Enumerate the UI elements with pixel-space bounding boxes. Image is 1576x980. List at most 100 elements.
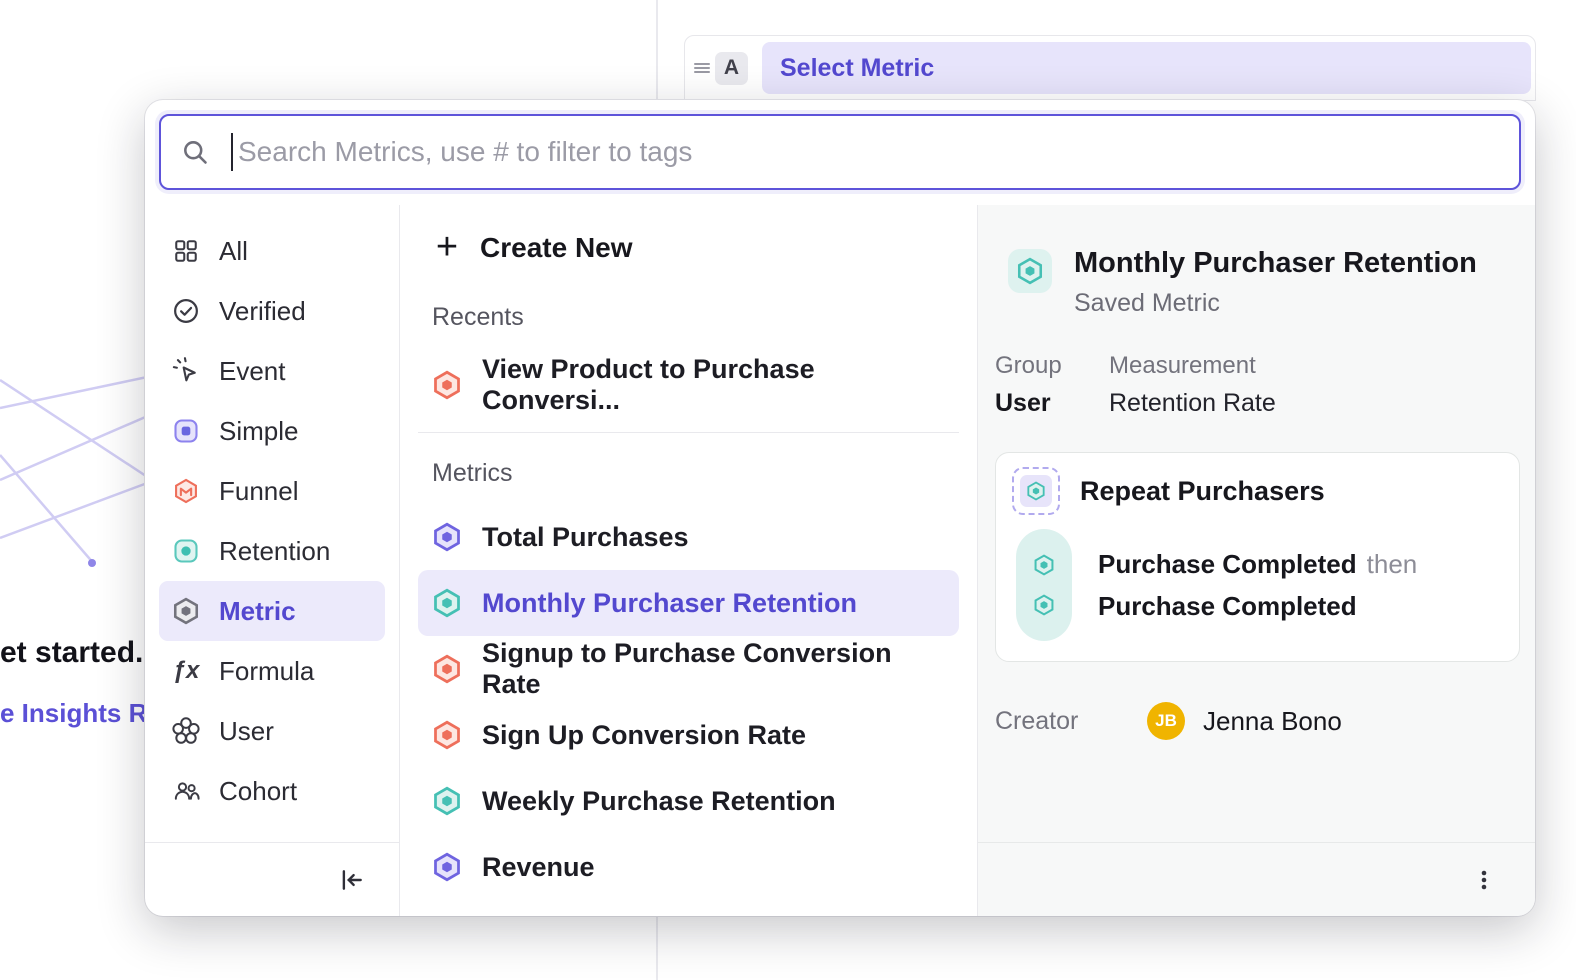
measurement-label: Measurement: [1109, 352, 1276, 380]
modal-body: All Verified Event: [145, 205, 1535, 916]
metric-item-label: Weekly Purchase Retention: [482, 786, 836, 817]
sidebar-item-user[interactable]: User: [159, 701, 385, 761]
details-footer: [978, 842, 1535, 916]
sidebar-item-event[interactable]: Event: [159, 341, 385, 401]
sidebar-item-funnel[interactable]: Funnel: [159, 461, 385, 521]
definition-body: Purchase Completed then Purchase Complete…: [1012, 529, 1503, 641]
metric-row-bar: A Select Metric: [684, 35, 1536, 101]
sidebar-item-label: Cohort: [219, 776, 297, 807]
formula-icon: ƒx: [171, 656, 201, 686]
search-box[interactable]: [159, 114, 1521, 190]
then-connector: then: [1367, 549, 1418, 579]
collapse-sidebar-button[interactable]: [331, 859, 373, 901]
metric-rows: Total Purchases Monthly Purchaser Retent…: [418, 504, 959, 900]
bg-chart-decoration: [0, 360, 160, 575]
sidebar-item-label: Retention: [219, 536, 330, 567]
event-sequence-pill: [1016, 529, 1072, 641]
sidebar-item-label: User: [219, 716, 274, 747]
sidebar-item-simple[interactable]: Simple: [159, 401, 385, 461]
event-line-1: Purchase Completed then: [1098, 543, 1417, 585]
sidebar-item-retention[interactable]: Retention: [159, 521, 385, 581]
collapse-icon: [339, 867, 365, 893]
metric-type-icon: [1008, 249, 1052, 293]
event-line-2: Purchase Completed: [1098, 585, 1417, 627]
headline-fragment: et started.: [0, 636, 143, 670]
event-letter-badge[interactable]: A: [715, 52, 748, 85]
kebab-icon: [1472, 868, 1496, 892]
sidebar-item-metric[interactable]: Metric: [159, 581, 385, 641]
creator-label: Creator: [995, 707, 1147, 736]
plus-icon: +: [432, 228, 462, 266]
definition-dashed-box: [1012, 467, 1060, 515]
retention-metric-icon: [171, 536, 201, 566]
sidebar-footer: [145, 842, 399, 916]
select-metric-label: Select Metric: [780, 54, 934, 83]
definition-title: Repeat Purchasers: [1080, 476, 1325, 507]
simple-metric-icon: [171, 416, 201, 446]
recent-item[interactable]: View Product to Purchase Conversi...: [418, 350, 959, 420]
sidebar-item-label: Funnel: [219, 476, 299, 507]
text-caret: [231, 133, 233, 171]
metric-hex-icon: [432, 522, 462, 552]
metric-list-column: + Create New Recents View Product to Pur…: [400, 205, 978, 916]
metric-meta: Group User Measurement Retention Rate: [995, 352, 1520, 418]
saved-metric-icon: [171, 596, 201, 626]
select-metric-button[interactable]: Select Metric: [762, 42, 1531, 94]
drag-handle-icon[interactable]: [692, 60, 712, 76]
funnel-hex-icon: [432, 720, 462, 750]
metrics-header: Metrics: [432, 459, 945, 488]
create-new-label: Create New: [480, 232, 633, 264]
search-icon: [181, 138, 209, 166]
metric-item-label: Revenue: [482, 852, 595, 883]
cohort-people-icon: [171, 776, 201, 806]
sidebar-item-cohort[interactable]: Cohort: [159, 761, 385, 821]
repeat-purchasers-icon: [1026, 481, 1046, 501]
metric-item-label: Sign Up Conversion Rate: [482, 720, 806, 751]
sidebar-item-label: Formula: [219, 656, 314, 687]
sidebar-item-label: Metric: [219, 596, 296, 627]
sidebar-item-verified[interactable]: Verified: [159, 281, 385, 341]
metric-item-weekly-purchase-retention[interactable]: Weekly Purchase Retention: [418, 768, 959, 834]
metric-details-panel: Monthly Purchaser Retention Saved Metric…: [978, 205, 1535, 916]
definition-header: Repeat Purchasers: [1012, 467, 1503, 515]
more-options-button[interactable]: [1463, 859, 1505, 901]
search-input[interactable]: [236, 135, 1507, 169]
event-1-name: Purchase Completed: [1098, 549, 1357, 579]
event-2-name: Purchase Completed: [1098, 591, 1357, 621]
definition-card: Repeat Purchasers: [995, 452, 1520, 662]
group-label: Group: [995, 352, 1085, 380]
metric-item-revenue[interactable]: Revenue: [418, 834, 959, 900]
insights-report-link[interactable]: e Insights Re: [0, 698, 162, 729]
sidebar-item-all[interactable]: All: [159, 221, 385, 281]
metric-hex-icon: [432, 852, 462, 882]
event-hex-icon: [1033, 554, 1055, 576]
sidebar-item-label: Event: [219, 356, 286, 387]
funnel-hex-icon: [432, 370, 462, 400]
metric-item-signup-to-purchase[interactable]: Signup to Purchase Conversion Rate: [418, 636, 959, 702]
create-new-button[interactable]: + Create New: [418, 219, 959, 277]
creator-row: Creator JB Jenna Bono: [995, 702, 1520, 740]
verified-badge-icon: [171, 296, 201, 326]
creator-avatar: JB: [1147, 702, 1185, 740]
measurement-value: Retention Rate: [1109, 389, 1276, 418]
group-value: User: [995, 389, 1085, 418]
recent-item-label: View Product to Purchase Conversi...: [482, 354, 945, 416]
sidebar-item-label: Simple: [219, 416, 298, 447]
metric-item-label: Monthly Purchaser Retention: [482, 588, 857, 619]
metric-item-monthly-purchaser-retention[interactable]: Monthly Purchaser Retention: [418, 570, 959, 636]
retention-hex-icon: [432, 786, 462, 816]
metric-item-label: Signup to Purchase Conversion Rate: [482, 638, 945, 700]
metric-item-signup-conversion[interactable]: Sign Up Conversion Rate: [418, 702, 959, 768]
sidebar-item-formula[interactable]: ƒx Formula: [159, 641, 385, 701]
metric-subtitle: Saved Metric: [1074, 289, 1477, 318]
sidebar-item-label: All: [219, 236, 248, 267]
event-hex-icon: [1033, 594, 1055, 616]
recents-header: Recents: [432, 303, 945, 332]
metric-item-total-purchases[interactable]: Total Purchases: [418, 504, 959, 570]
grid-icon: [171, 236, 201, 266]
user-flower-icon: [171, 716, 201, 746]
funnel-hex-icon: [432, 654, 462, 684]
category-sidebar: All Verified Event: [145, 205, 400, 916]
retention-hex-icon: [432, 588, 462, 618]
sidebar-item-label: Verified: [219, 296, 306, 327]
